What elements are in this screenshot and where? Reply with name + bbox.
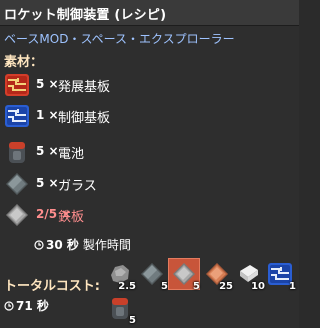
item-amount: 2.5 [118,281,136,292]
ingredient-name: ガラス [58,179,97,194]
item-amount: 1 [289,281,296,292]
ingredient-name: 鉄板 [58,210,85,225]
ingredient-row: 5 × 発展基板 [0,70,280,100]
item-amount: 10 [251,281,265,292]
item-amount: 5 [129,315,136,326]
item-amount: 25 [219,281,233,292]
ingredient-name: 発展基板 [58,80,111,95]
clock-icon [34,240,44,250]
craft-time-label: 製作時間 [82,238,131,252]
advanced-circuit-icon [5,74,29,96]
item-amount: 5 [193,281,200,292]
craft-time: 30 秒製作時間 [34,236,131,253]
total-time: 71 秒 [4,297,49,314]
ingredient-count: 1 × [36,108,59,122]
ingredient-row: 5 × ガラス [0,169,280,199]
total-cost-item[interactable]: 10 [233,258,265,292]
ingredient-row: 5 × 電池 [0,137,280,167]
total-cost-item[interactable]: 5 [168,258,200,292]
item-amount: 5 [161,281,168,292]
total-cost-item[interactable]: 5 [104,292,136,326]
clock-icon [4,301,14,311]
ingredient-count: 5 × [36,176,59,190]
ingredient-name: 電池 [58,147,85,162]
ingredients-label: 素材： [4,55,44,70]
ingredient-row: 2/5 × 鉄板 [0,200,280,230]
mod-category-link[interactable]: ベースMOD・スペース・エクスプローラー [4,30,235,47]
total-cost-item[interactable]: 1 [264,258,296,292]
ingredient-count: 5 × [36,144,59,158]
total-cost-item[interactable]: 2.5 [104,258,136,292]
total-cost-item[interactable]: 25 [201,258,233,292]
ingredient-name: 制御基板 [58,111,111,126]
ingredient-row: 1 × 制御基板 [0,101,280,131]
total-cost-label: トータルコスト: [4,279,100,294]
processing-unit-icon [5,105,29,127]
ingredient-count: 5 × [36,77,59,91]
title-bar: ロケット制御装置 (レシピ) [0,0,299,26]
iron-plate-icon [6,204,28,226]
total-time-value: 71 秒 [16,299,49,313]
recipe-tooltip: ロケット制御装置 (レシピ) ベースMOD・スペース・エクスプローラー 素材： … [0,0,299,328]
total-cost-item[interactable]: 5 [136,258,168,292]
craft-time-value: 30 秒 [46,238,79,252]
glass-icon [6,173,28,195]
recipe-title: ロケット制御装置 (レシピ) [4,8,167,23]
battery-icon [9,142,25,163]
